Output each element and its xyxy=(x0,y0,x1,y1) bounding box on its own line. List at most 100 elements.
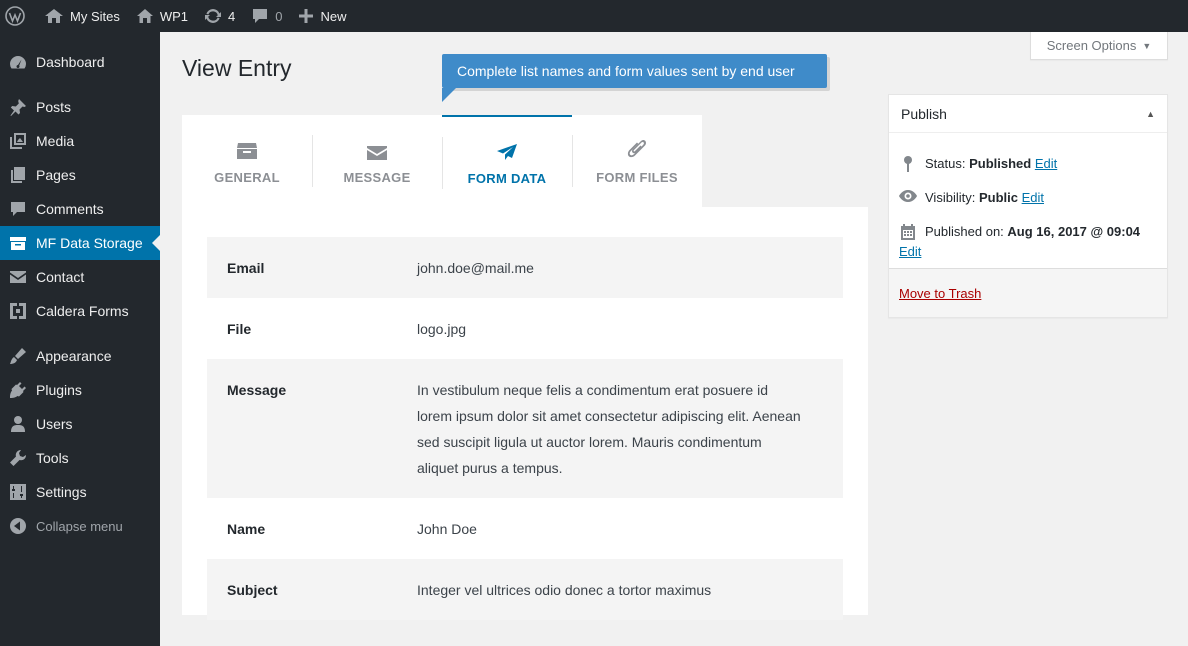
eye-icon xyxy=(899,188,917,202)
sidebar-item-label: Pages xyxy=(36,167,76,183)
field-label: Message xyxy=(227,382,287,398)
home-icon xyxy=(136,9,153,23)
edit-date-link[interactable]: Edit xyxy=(899,242,921,262)
site-name-menu[interactable]: WP1 xyxy=(128,0,196,32)
field-label: Subject xyxy=(227,582,278,598)
form-data-panel: Email john.doe@mail.me File logo.jpg Mes… xyxy=(182,207,868,620)
status-value: Published xyxy=(969,156,1032,171)
tab-label: FORM DATA xyxy=(467,170,547,186)
publish-box: Publish ▲ Status: Published Edit Visibil… xyxy=(888,94,1168,318)
settings-icon xyxy=(9,483,27,501)
tab-general[interactable]: GENERAL xyxy=(182,115,312,207)
sidebar-item-label: Dashboard xyxy=(36,54,105,70)
updates-icon xyxy=(205,9,222,23)
sidebar-item-label: Users xyxy=(36,416,73,432)
sidebar-item-media[interactable]: Media xyxy=(0,124,160,158)
sidebar-item-contact[interactable]: Contact xyxy=(0,260,160,294)
sidebar-item-users[interactable]: Users xyxy=(0,407,160,441)
sidebar-item-appearance[interactable]: Appearance xyxy=(0,339,160,373)
pin-icon xyxy=(9,98,27,116)
status-label: Status: xyxy=(925,156,966,171)
form-data-table: Email john.doe@mail.me File logo.jpg Mes… xyxy=(207,237,843,620)
move-to-trash-link[interactable]: Move to Trash xyxy=(899,286,981,301)
table-row: Email john.doe@mail.me xyxy=(207,237,843,298)
wordpress-logo-icon[interactable] xyxy=(0,0,36,32)
sidebar-item-pages[interactable]: Pages xyxy=(0,158,160,192)
comments-menu[interactable]: 0 xyxy=(243,0,290,32)
collapse-arrow-icon xyxy=(9,517,27,535)
pin-icon xyxy=(899,154,917,172)
sidebar-item-mf-data-storage[interactable]: MF Data Storage xyxy=(0,226,160,260)
sidebar-item-label: Settings xyxy=(36,484,87,500)
publish-box-footer: Move to Trash xyxy=(889,268,1167,317)
media-icon xyxy=(9,132,27,150)
publish-box-title: Publish xyxy=(901,105,947,122)
pointer-text: Complete list names and form values sent… xyxy=(457,63,795,79)
triangle-up-icon[interactable]: ▲ xyxy=(1146,109,1155,119)
collapse-menu-button[interactable]: Collapse menu xyxy=(0,509,160,543)
comments-count: 0 xyxy=(275,8,283,24)
caldera-icon xyxy=(9,302,27,320)
tab-label: GENERAL xyxy=(214,169,280,185)
dashboard-icon xyxy=(9,53,27,71)
new-content-menu[interactable]: New xyxy=(290,0,354,32)
updates-count: 4 xyxy=(228,8,236,24)
screen-options-label: Screen Options xyxy=(1046,38,1137,53)
archive-icon xyxy=(9,234,27,252)
edit-status-link[interactable]: Edit xyxy=(1035,156,1057,171)
updates-menu[interactable]: 4 xyxy=(196,0,243,32)
published-value: Aug 16, 2017 @ 09:04 xyxy=(1007,224,1141,239)
sidebar-item-comments[interactable]: Comments xyxy=(0,192,160,226)
comment-icon xyxy=(253,9,268,23)
my-sites-menu[interactable]: My Sites xyxy=(36,0,128,32)
tab-form-files[interactable]: FORM FILES xyxy=(572,115,702,207)
visibility-label: Visibility: xyxy=(925,190,976,205)
table-row: Name John Doe xyxy=(207,498,843,559)
field-value: Integer vel ultrices odio donec a tortor… xyxy=(417,582,712,598)
screen-options-button[interactable]: Screen Options ▼ xyxy=(1030,32,1168,60)
calendar-icon xyxy=(899,222,917,240)
users-icon xyxy=(9,415,27,433)
tab-label: MESSAGE xyxy=(343,169,411,185)
sidebar-item-tools[interactable]: Tools xyxy=(0,441,160,475)
plus-icon xyxy=(299,9,314,23)
field-value: john.doe@mail.me xyxy=(417,260,534,276)
sidebar-item-label: Contact xyxy=(36,269,85,285)
sidebar-item-settings[interactable]: Settings xyxy=(0,475,160,509)
field-value: John Doe xyxy=(417,521,477,537)
entry-tabs: GENERAL MESSAGE FORM DATA FORM FILES xyxy=(182,115,702,207)
table-row: Subject Integer vel ultrices odio donec … xyxy=(207,559,843,620)
new-label: New xyxy=(320,8,347,24)
mail-icon xyxy=(9,268,27,286)
tab-message[interactable]: MESSAGE xyxy=(312,115,442,207)
edit-visibility-link[interactable]: Edit xyxy=(1022,190,1044,205)
sidebar-item-label: Comments xyxy=(36,201,104,217)
paperclip-icon xyxy=(626,138,648,160)
sidebar-item-label: MF Data Storage xyxy=(36,235,143,251)
triangle-down-icon: ▼ xyxy=(1142,40,1152,51)
sidebar-item-label: Media xyxy=(36,133,75,149)
sidebar-item-plugins[interactable]: Plugins xyxy=(0,373,160,407)
table-row: Message In vestibulum neque felis a cond… xyxy=(207,359,843,498)
tab-form-data[interactable]: FORM DATA xyxy=(442,115,572,207)
field-label: Name xyxy=(227,521,266,537)
my-sites-label: My Sites xyxy=(70,8,120,24)
published-label: Published on: xyxy=(925,224,1004,239)
collapse-menu-label: Collapse menu xyxy=(36,518,123,534)
tab-label: FORM FILES xyxy=(596,169,678,185)
brush-icon xyxy=(9,347,27,365)
help-pointer-tooltip: Complete list names and form values sent… xyxy=(442,54,827,102)
my-sites-icon xyxy=(45,9,63,23)
comment-icon xyxy=(9,200,27,218)
page-title: View Entry xyxy=(182,55,292,81)
sidebar-item-label: Plugins xyxy=(36,382,82,398)
wrench-icon xyxy=(9,449,27,467)
site-name-label: WP1 xyxy=(159,8,189,24)
publish-box-header[interactable]: Publish ▲ xyxy=(889,95,1167,133)
sidebar-item-label: Tools xyxy=(36,450,69,466)
publish-visibility: Visibility: Public Edit xyxy=(889,188,1167,208)
sidebar-item-label: Appearance xyxy=(36,348,112,364)
sidebar-item-dashboard[interactable]: Dashboard xyxy=(0,45,160,79)
sidebar-item-caldera-forms[interactable]: Caldera Forms xyxy=(0,294,160,328)
sidebar-item-posts[interactable]: Posts xyxy=(0,90,160,124)
